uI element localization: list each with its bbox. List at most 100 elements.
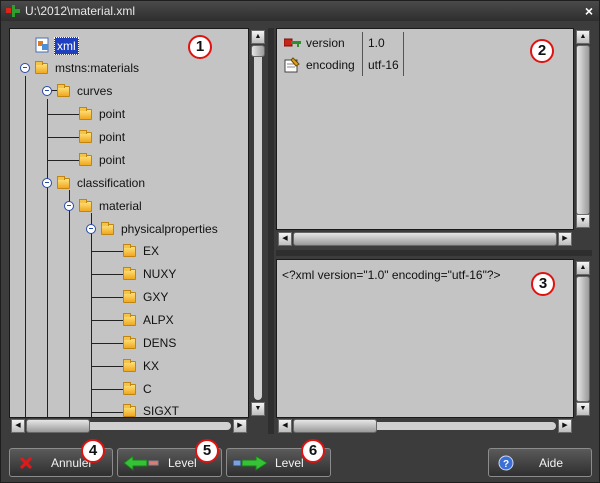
folder-icon	[123, 359, 136, 372]
tree-node-property[interactable]: DENS	[101, 334, 221, 352]
scroll-thumb[interactable]	[26, 419, 90, 433]
tree-node-classification[interactable]: classification	[32, 174, 212, 192]
xml-editor-window: U:\2012\material.xml × xml mstns:materia…	[0, 0, 600, 483]
scroll-up-button[interactable]: ▲	[576, 30, 590, 44]
folder-icon	[35, 61, 48, 74]
tree-node-point[interactable]: point	[57, 128, 197, 146]
tree-node-label: point	[99, 153, 126, 167]
collapse-toggle-icon[interactable]	[86, 224, 96, 234]
folder-icon	[57, 176, 70, 189]
tree-node-property[interactable]: ALPX	[101, 311, 221, 329]
tree-panel[interactable]: xml mstns:materials curves point point p…	[9, 28, 249, 418]
tree-connector	[25, 76, 26, 417]
tree-node-property[interactable]: SIGXT	[101, 402, 221, 418]
scroll-thumb[interactable]	[251, 45, 265, 57]
tree-node-label: mstns:materials	[55, 61, 140, 75]
scroll-up-button[interactable]: ▲	[576, 261, 590, 275]
tree-node-label: point	[99, 107, 126, 121]
tree-connector	[47, 99, 48, 159]
tree-node-label: EX	[143, 244, 160, 258]
title-bar: U:\2012\material.xml ×	[1, 1, 599, 21]
tree-node-point[interactable]: point	[57, 105, 197, 123]
help-button[interactable]: ? Aide	[488, 448, 592, 477]
folder-icon	[123, 404, 136, 417]
edit-icon	[284, 57, 300, 73]
scroll-thumb[interactable]	[576, 276, 590, 402]
vertical-splitter[interactable]	[268, 28, 274, 434]
svg-text:?: ?	[503, 459, 509, 470]
callout-6: 6	[301, 439, 325, 463]
scroll-down-button[interactable]: ▼	[576, 214, 590, 228]
tree-node-property[interactable]: NUXY	[101, 265, 221, 283]
tree-node-label: GXY	[143, 290, 169, 304]
tree-node-label: NUXY	[143, 267, 177, 281]
tree-connector	[91, 235, 92, 417]
tree-node-curves[interactable]: curves	[32, 82, 212, 100]
folder-icon	[79, 107, 92, 120]
folder-icon	[123, 267, 136, 280]
tree-horizontal-scrollbar[interactable]: ◀ ▶	[9, 418, 249, 434]
tree-node-physicalproperties[interactable]: physicalproperties	[76, 220, 246, 238]
tree-node-label: xml	[54, 37, 79, 55]
tree-node-material[interactable]: material	[54, 197, 224, 215]
folder-icon	[123, 336, 136, 349]
horizontal-splitter[interactable]	[276, 250, 592, 256]
collapse-toggle-icon[interactable]	[64, 201, 74, 211]
source-horizontal-scrollbar[interactable]: ◀ ▶	[276, 418, 574, 434]
scroll-left-button[interactable]: ◀	[11, 419, 25, 433]
attribute-value: 1.0	[368, 36, 385, 50]
callout-2: 2	[530, 39, 554, 63]
callout-4: 4	[81, 439, 105, 463]
scroll-right-button[interactable]: ▶	[558, 419, 572, 433]
collapse-toggle-icon[interactable]	[42, 178, 52, 188]
callout-1: 1	[188, 35, 212, 59]
folder-icon	[123, 244, 136, 257]
tree-node-label: ALPX	[143, 313, 174, 327]
tree-node-property[interactable]: EX	[101, 242, 221, 260]
level-down-button-label: Level	[275, 456, 304, 470]
folder-icon	[123, 382, 136, 395]
tree-node-mstns-materials[interactable]: mstns:materials	[10, 59, 210, 77]
scroll-left-button[interactable]: ◀	[278, 419, 292, 433]
app-icon	[6, 5, 20, 17]
close-icon[interactable]: ×	[585, 3, 593, 19]
scroll-right-button[interactable]: ▶	[233, 419, 247, 433]
scroll-thumb[interactable]	[293, 419, 377, 433]
folder-icon	[79, 130, 92, 143]
collapse-toggle-icon[interactable]	[20, 63, 30, 73]
source-panel[interactable]: <?xml version="1.0" encoding="utf-16"?>	[276, 259, 574, 418]
attribute-name: encoding	[306, 58, 355, 72]
attribute-name: version	[306, 36, 345, 50]
attribute-row-encoding[interactable]: encoding utf-16	[277, 54, 573, 76]
tree-node-property[interactable]: GXY	[101, 288, 221, 306]
folder-icon	[79, 153, 92, 166]
tree-node-label: curves	[77, 84, 113, 98]
scroll-track[interactable]	[254, 46, 262, 400]
folder-icon	[123, 290, 136, 303]
collapse-toggle-icon[interactable]	[42, 86, 52, 96]
tree-node-xml[interactable]: xml	[32, 36, 152, 55]
attributes-panel[interactable]: version 1.0 encoding utf-16	[276, 28, 574, 230]
level-up-button-label: Level	[168, 456, 197, 470]
scroll-down-button[interactable]: ▼	[576, 402, 590, 416]
help-button-label: Aide	[539, 456, 564, 470]
tree-node-label: physicalproperties	[121, 222, 218, 236]
attributes-horizontal-scrollbar[interactable]: ◀ ▶	[276, 231, 574, 247]
tree-node-label: KX	[143, 359, 160, 373]
tree-node-property[interactable]: C	[101, 380, 221, 398]
attributes-vertical-scrollbar[interactable]: ▲ ▼	[575, 28, 591, 230]
tree-node-property[interactable]: KX	[101, 357, 221, 375]
tree-node-label: C	[143, 382, 152, 396]
source-vertical-scrollbar[interactable]: ▲ ▼	[575, 259, 591, 418]
scroll-thumb[interactable]	[576, 45, 590, 215]
tree-node-point[interactable]: point	[57, 151, 197, 169]
scroll-left-button[interactable]: ◀	[278, 232, 292, 246]
tree-node-label: point	[99, 130, 126, 144]
tree-node-label: SIGXT	[143, 404, 180, 418]
scroll-up-button[interactable]: ▲	[251, 30, 265, 44]
scroll-right-button[interactable]: ▶	[558, 232, 572, 246]
scroll-thumb[interactable]	[293, 232, 557, 246]
scroll-down-button[interactable]: ▼	[251, 402, 265, 416]
folder-icon	[79, 199, 92, 212]
tree-vertical-scrollbar[interactable]: ▲ ▼	[250, 28, 266, 418]
